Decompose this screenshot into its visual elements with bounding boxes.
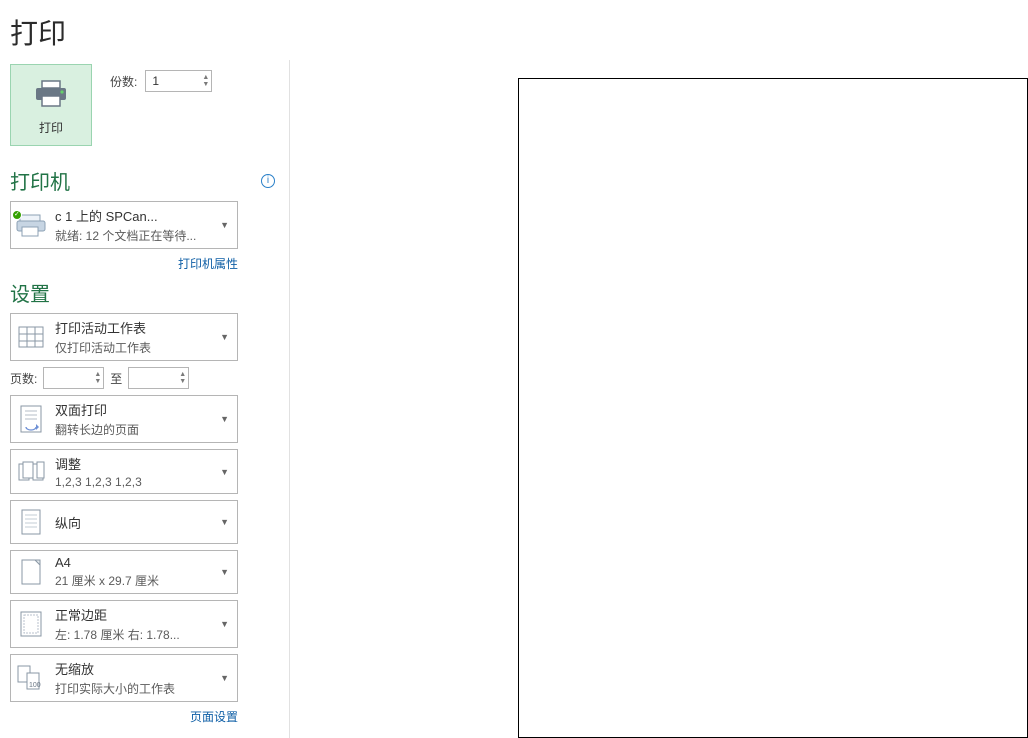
printer-status-icon <box>17 209 45 241</box>
collate-title: 调整 <box>55 454 208 473</box>
print-preview-pane <box>290 60 1028 738</box>
margins-selector[interactable]: 正常边距 左: 1.78 厘米 右: 1.78... ▼ <box>10 600 238 648</box>
print-what-subtitle: 仅打印活动工作表 <box>55 339 208 356</box>
page-from-input[interactable] <box>44 368 92 388</box>
duplex-icon <box>17 403 45 435</box>
copies-increment[interactable]: ▲ <box>202 74 209 81</box>
collate-selector[interactable]: 调整 1,2,3 1,2,3 1,2,3 ▼ <box>10 449 238 494</box>
page-title: 打印 <box>10 12 1018 52</box>
scaling-icon: 100 <box>17 662 45 694</box>
printer-name: c 1 上的 SPCan... <box>55 206 208 225</box>
paper-size-subtitle: 21 厘米 x 29.7 厘米 <box>55 572 208 589</box>
printer-properties-link[interactable]: 打印机属性 <box>178 257 238 271</box>
page-to-stepper[interactable]: ▲ ▼ <box>128 367 189 389</box>
collate-icon <box>17 456 45 488</box>
print-settings-pane: 打印 份数: ▲ ▼ 打印机 i <box>0 60 290 738</box>
pages-to-label: 至 <box>110 370 122 387</box>
chevron-down-icon: ▼ <box>218 619 231 629</box>
print-what-title: 打印活动工作表 <box>55 318 208 337</box>
chevron-down-icon: ▼ <box>218 414 231 424</box>
chevron-down-icon: ▼ <box>218 673 231 683</box>
duplex-title: 双面打印 <box>55 400 208 419</box>
paper-size-title: A4 <box>55 555 208 570</box>
printer-selector[interactable]: c 1 上的 SPCan... 就绪: 12 个文档正在等待... ▼ <box>10 201 238 249</box>
copies-input[interactable] <box>146 71 200 91</box>
page-from-decrement[interactable]: ▼ <box>94 378 101 385</box>
printer-icon <box>34 80 68 111</box>
print-preview-page <box>518 78 1028 738</box>
printer-section-title: 打印机 <box>10 166 70 195</box>
margins-title: 正常边距 <box>55 605 208 624</box>
copies-decrement[interactable]: ▼ <box>202 81 209 88</box>
copies-stepper[interactable]: ▲ ▼ <box>145 70 212 92</box>
page-to-decrement[interactable]: ▼ <box>179 378 186 385</box>
chevron-down-icon: ▼ <box>218 567 231 577</box>
chevron-down-icon: ▼ <box>218 220 231 230</box>
margins-subtitle: 左: 1.78 厘米 右: 1.78... <box>55 626 208 643</box>
pages-label: 页数: <box>10 370 37 387</box>
duplex-selector[interactable]: 双面打印 翻转长边的页面 ▼ <box>10 395 238 443</box>
orientation-selector[interactable]: 纵向 ▼ <box>10 500 238 544</box>
info-icon[interactable]: i <box>261 174 275 188</box>
chevron-down-icon: ▼ <box>218 517 231 527</box>
page-to-increment[interactable]: ▲ <box>179 371 186 378</box>
copies-label: 份数: <box>110 73 137 90</box>
scaling-title: 无缩放 <box>55 659 208 678</box>
margins-icon <box>17 608 45 640</box>
print-button-label: 打印 <box>39 119 63 136</box>
svg-text:100: 100 <box>29 682 41 689</box>
collate-subtitle: 1,2,3 1,2,3 1,2,3 <box>55 475 208 489</box>
orientation-title: 纵向 <box>55 513 208 532</box>
page-from-increment[interactable]: ▲ <box>94 371 101 378</box>
settings-section-title: 设置 <box>10 278 279 307</box>
chevron-down-icon: ▼ <box>218 467 231 477</box>
scaling-subtitle: 打印实际大小的工作表 <box>55 680 208 697</box>
portrait-icon <box>17 506 45 538</box>
chevron-down-icon: ▼ <box>218 332 231 342</box>
print-what-selector[interactable]: 打印活动工作表 仅打印活动工作表 ▼ <box>10 313 238 361</box>
page-from-stepper[interactable]: ▲ ▼ <box>43 367 104 389</box>
duplex-subtitle: 翻转长边的页面 <box>55 421 208 438</box>
scaling-selector[interactable]: 100 无缩放 打印实际大小的工作表 ▼ <box>10 654 238 702</box>
paper-size-selector[interactable]: A4 21 厘米 x 29.7 厘米 ▼ <box>10 550 238 594</box>
paper-size-icon <box>17 556 45 588</box>
page-setup-link[interactable]: 页面设置 <box>190 710 238 724</box>
worksheet-icon <box>17 321 45 353</box>
page-to-input[interactable] <box>129 368 177 388</box>
printer-status: 就绪: 12 个文档正在等待... <box>55 227 208 244</box>
print-button[interactable]: 打印 <box>10 64 92 146</box>
